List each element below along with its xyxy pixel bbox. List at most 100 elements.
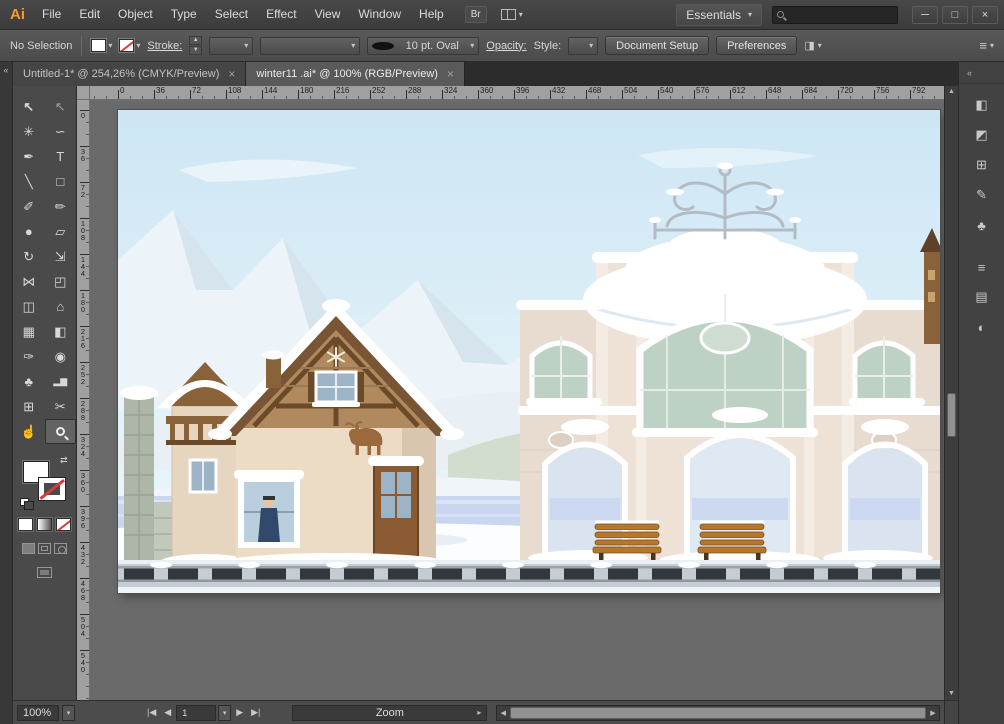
- menu-window[interactable]: Window: [349, 0, 410, 29]
- tool-symbol-sprayer[interactable]: ♣: [13, 369, 45, 394]
- none-button[interactable]: [56, 518, 71, 531]
- nav-first-button[interactable]: |◀: [144, 707, 159, 718]
- scroll-right-arrow-icon[interactable]: ▶: [927, 706, 939, 720]
- menu-object[interactable]: Object: [109, 0, 162, 29]
- nav-prev-button[interactable]: ◀: [161, 707, 174, 718]
- document-setup-button[interactable]: Document Setup: [605, 36, 709, 55]
- fill-color-dropdown[interactable]: ▾: [91, 39, 112, 52]
- swap-fill-stroke-icon[interactable]: ⇄: [60, 455, 68, 466]
- menu-help[interactable]: Help: [410, 0, 453, 29]
- canvas[interactable]: [90, 100, 944, 700]
- nav-last-button[interactable]: ▶|: [248, 707, 263, 718]
- panel-stroke-button[interactable]: ≡: [967, 255, 997, 279]
- panel-color-guide-button[interactable]: ◩: [967, 123, 997, 147]
- tool-type[interactable]: T: [45, 144, 77, 169]
- tool-eraser[interactable]: ▱: [45, 219, 77, 244]
- horizontal-scroll-thumb[interactable]: [510, 707, 926, 719]
- tool-rotate[interactable]: ↻: [13, 244, 45, 269]
- tool-pen[interactable]: ✒: [13, 144, 45, 169]
- tool-zoom[interactable]: [45, 419, 77, 444]
- tab-close-icon[interactable]: ×: [228, 67, 235, 81]
- panel-symbols-button[interactable]: ♣: [967, 213, 997, 237]
- tool-blend[interactable]: ◉: [45, 344, 77, 369]
- tool-rectangle[interactable]: □: [45, 169, 77, 194]
- menu-type[interactable]: Type: [162, 0, 206, 29]
- document-tab-1[interactable]: Untitled-1* @ 254,26% (CMYK/Preview)×: [13, 62, 246, 86]
- tool-line-segment[interactable]: ╲: [13, 169, 45, 194]
- horizontal-ruler[interactable]: 0367210814418021625228832436039643246850…: [90, 86, 944, 100]
- tool-direct-selection[interactable]: ↖: [45, 94, 77, 119]
- ruler-origin-corner[interactable]: [77, 86, 90, 100]
- tool-scale[interactable]: ⇲: [45, 244, 77, 269]
- draw-behind-button[interactable]: [38, 543, 51, 554]
- arrange-documents-dropdown[interactable]: ▾: [501, 9, 523, 20]
- artboard-number-dropdown[interactable]: ▾: [218, 705, 231, 721]
- draw-normal-button[interactable]: [22, 543, 35, 554]
- default-fill-stroke-icon[interactable]: [20, 498, 29, 506]
- vertical-ruler[interactable]: 03 67 21 0 81 4 41 8 02 1 62 5 22 8 83 2…: [77, 100, 90, 700]
- workspace-switcher[interactable]: Essentials ▾: [676, 4, 762, 26]
- menu-edit[interactable]: Edit: [70, 0, 109, 29]
- tool-shape-builder[interactable]: ◫: [13, 294, 45, 319]
- screen-mode-button[interactable]: [37, 567, 52, 578]
- zoom-level-field[interactable]: 100%: [17, 705, 59, 721]
- tool-width[interactable]: ⋈: [13, 269, 45, 294]
- menu-view[interactable]: View: [306, 0, 350, 29]
- menu-select[interactable]: Select: [206, 0, 257, 29]
- draw-inside-button[interactable]: [54, 543, 67, 554]
- vertical-scrollbar[interactable]: ▲ ▼: [944, 86, 958, 700]
- tool-magic-wand[interactable]: ✳: [13, 119, 45, 144]
- document-tab-2[interactable]: winter11 .ai* @ 100% (RGB/Preview)×: [246, 62, 465, 86]
- brush-definition-dropdown[interactable]: 10 pt. Oval ▾: [367, 37, 479, 55]
- gradient-button[interactable]: [37, 518, 52, 531]
- stroke-weight-dropdown[interactable]: ▾: [209, 37, 253, 55]
- scroll-down-arrow-icon[interactable]: ▼: [945, 688, 958, 700]
- tool-blob-brush[interactable]: ●: [13, 219, 45, 244]
- tool-perspective-grid[interactable]: ⌂: [45, 294, 77, 319]
- collapse-tools-chevron[interactable]: «: [0, 62, 12, 78]
- stroke-panel-link[interactable]: Stroke:: [147, 40, 182, 52]
- tool-mesh[interactable]: ▦: [13, 319, 45, 344]
- panel-gradient-button[interactable]: ▤: [967, 285, 997, 309]
- search-input[interactable]: [789, 8, 885, 22]
- tab-close-icon[interactable]: ×: [447, 67, 454, 81]
- variable-width-profile-dropdown[interactable]: ▾: [260, 37, 360, 55]
- panel-brushes-button[interactable]: ✎: [967, 183, 997, 207]
- preferences-button[interactable]: Preferences: [716, 36, 797, 55]
- vertical-scroll-thumb[interactable]: [947, 393, 956, 437]
- tool-gradient[interactable]: ◧: [45, 319, 77, 344]
- tool-free-transform[interactable]: ◰: [45, 269, 77, 294]
- step-down-icon[interactable]: ▼: [189, 46, 202, 55]
- tool-paintbrush[interactable]: ✐: [13, 194, 45, 219]
- tool-column-graph[interactable]: ▂▆: [45, 369, 77, 394]
- zoom-level-dropdown[interactable]: ▾: [62, 705, 75, 721]
- control-panel-menu[interactable]: ≡ ▾: [979, 38, 994, 53]
- menu-file[interactable]: File: [33, 0, 70, 29]
- scroll-up-arrow-icon[interactable]: ▲: [945, 86, 958, 98]
- nav-next-button[interactable]: ▶: [233, 707, 246, 718]
- panel-transparency-button[interactable]: ◐: [967, 315, 997, 339]
- collapse-dock-chevron[interactable]: «: [967, 65, 972, 81]
- artboard-number-field[interactable]: 1: [176, 705, 216, 721]
- graphic-style-dropdown[interactable]: ▾: [568, 37, 598, 55]
- maximize-button[interactable]: □: [942, 6, 968, 24]
- stroke-proxy-swatch[interactable]: [39, 478, 65, 500]
- tool-hand[interactable]: ☝: [13, 419, 45, 444]
- status-display-menu[interactable]: Zoom ▸: [292, 705, 487, 721]
- app-logo[interactable]: Ai: [6, 6, 33, 23]
- tool-slice[interactable]: ✂: [45, 394, 77, 419]
- tool-eyedropper[interactable]: ✑: [13, 344, 45, 369]
- select-similar-dropdown[interactable]: ◨ ▾: [804, 39, 821, 52]
- panel-color-button[interactable]: ◧: [967, 93, 997, 117]
- menu-effect[interactable]: Effect: [257, 0, 305, 29]
- search-field[interactable]: [772, 6, 898, 24]
- panel-swatches-button[interactable]: ⊞: [967, 153, 997, 177]
- stroke-color-dropdown[interactable]: ▾: [119, 39, 140, 52]
- scroll-left-arrow-icon[interactable]: ◀: [497, 706, 509, 720]
- tool-lasso[interactable]: ∽: [45, 119, 77, 144]
- tool-pencil[interactable]: ✏: [45, 194, 77, 219]
- step-up-icon[interactable]: ▲: [189, 36, 202, 45]
- horizontal-scrollbar[interactable]: ◀ ▶: [496, 705, 940, 721]
- close-button[interactable]: ×: [972, 6, 998, 24]
- minimize-button[interactable]: ─: [912, 6, 938, 24]
